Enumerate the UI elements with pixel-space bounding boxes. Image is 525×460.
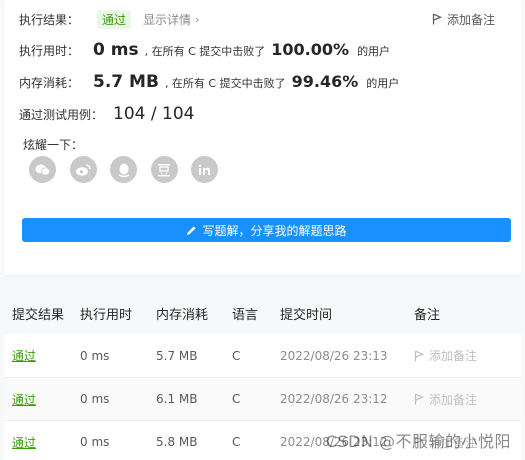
runtime-tail-text: 的用户	[357, 45, 391, 58]
memory-value: 5.7 MB	[93, 72, 159, 92]
weibo-icon[interactable]	[69, 156, 97, 183]
header-submit-time: 提交时间	[280, 307, 333, 323]
result-row: 执行结果： 通过 显示详情 ›	[19, 9, 199, 29]
result-card: 执行结果： 通过 显示详情 › 添加备注 执行用时： 0 ms , 在所有 C …	[4, 0, 521, 275]
chevron-right-icon: ›	[195, 12, 200, 26]
douban-icon[interactable]	[150, 156, 178, 183]
add-note-label: 添加备注	[446, 12, 495, 27]
result-label: 执行结果：	[19, 12, 80, 27]
row-runtime: 0 ms	[80, 392, 110, 406]
memory-tail-text: 的用户	[366, 77, 400, 90]
header-note: 备注	[414, 307, 441, 323]
row-time: 2022/08/26 23:12	[280, 392, 388, 406]
add-note-button[interactable]: 添加备注	[432, 10, 495, 28]
result-link[interactable]: 通过	[12, 393, 36, 407]
runtime-stat: 执行用时： 0 ms , 在所有 C 提交中击败了 100.00% 的用户	[19, 40, 390, 60]
pen-icon	[187, 225, 197, 235]
share-icons	[29, 156, 232, 183]
memory-beat-text: , 在所有 C 提交中击败了	[164, 77, 286, 90]
result-link[interactable]: 通过	[12, 349, 36, 363]
runtime-value: 0 ms	[93, 40, 139, 60]
table-header: 提交结果 执行用时 内存消耗 语言 提交时间 备注	[4, 292, 521, 334]
result-link[interactable]: 通过	[12, 436, 36, 450]
runtime-label: 执行用时：	[19, 44, 80, 58]
testcases-label: 通过测试用例：	[19, 108, 104, 122]
show-details-link[interactable]: 显示详情 ›	[143, 11, 199, 28]
runtime-percent: 100.00%	[271, 40, 350, 59]
flag-icon	[414, 350, 424, 361]
table-row: 通过 0 ms 5.7 MB C 2022/08/26 23:13 添加备注	[4, 334, 521, 377]
memory-percent: 99.46%	[291, 72, 359, 91]
runtime-beat-text: , 在所有 C 提交中击败了	[144, 45, 266, 58]
row-add-note-button[interactable]: 添加备注	[414, 347, 514, 364]
show-details-label: 显示详情	[143, 12, 192, 27]
write-solution-label: 写题解，分享我的解题思路	[202, 223, 347, 238]
table-row: 通过 0 ms 6.1 MB C 2022/08/26 23:12 添加备注	[4, 377, 521, 420]
watermark: CSDN @不服输的小悦阳	[325, 432, 511, 451]
testcases-value: 104 / 104	[113, 104, 195, 124]
row-add-note-label: 添加备注	[429, 392, 478, 407]
memory-stat: 内存消耗： 5.7 MB , 在所有 C 提交中击败了 99.46% 的用户	[19, 72, 399, 92]
row-runtime: 0 ms	[80, 435, 110, 449]
row-language: C	[232, 392, 241, 406]
header-result: 提交结果	[12, 307, 65, 323]
row-memory: 5.7 MB	[156, 348, 198, 363]
wechat-icon[interactable]	[29, 156, 56, 183]
qq-icon[interactable]	[110, 156, 137, 183]
linkedin-icon[interactable]	[191, 156, 218, 183]
row-memory: 6.1 MB	[156, 392, 198, 406]
row-language: C	[232, 348, 241, 363]
header-memory: 内存消耗	[156, 307, 209, 323]
write-solution-button[interactable]: 写题解，分享我的解题思路	[22, 218, 511, 242]
header-language: 语言	[232, 307, 259, 323]
row-language: C	[232, 435, 241, 449]
row-add-note-button[interactable]: 添加备注	[414, 391, 514, 408]
memory-label: 内存消耗：	[19, 76, 80, 90]
header-runtime: 执行用时	[80, 307, 133, 323]
row-runtime: 0 ms	[80, 348, 110, 363]
row-time: 2022/08/26 23:13	[280, 348, 388, 363]
testcases-stat: 通过测试用例： 104 / 104	[19, 104, 194, 124]
row-memory: 5.8 MB	[156, 435, 198, 449]
status-badge: 通过	[97, 9, 132, 29]
flag-icon	[432, 13, 442, 25]
row-add-note-label: 添加备注	[429, 349, 478, 363]
flag-icon	[414, 393, 424, 405]
share-label: 炫耀一下：	[23, 138, 84, 152]
